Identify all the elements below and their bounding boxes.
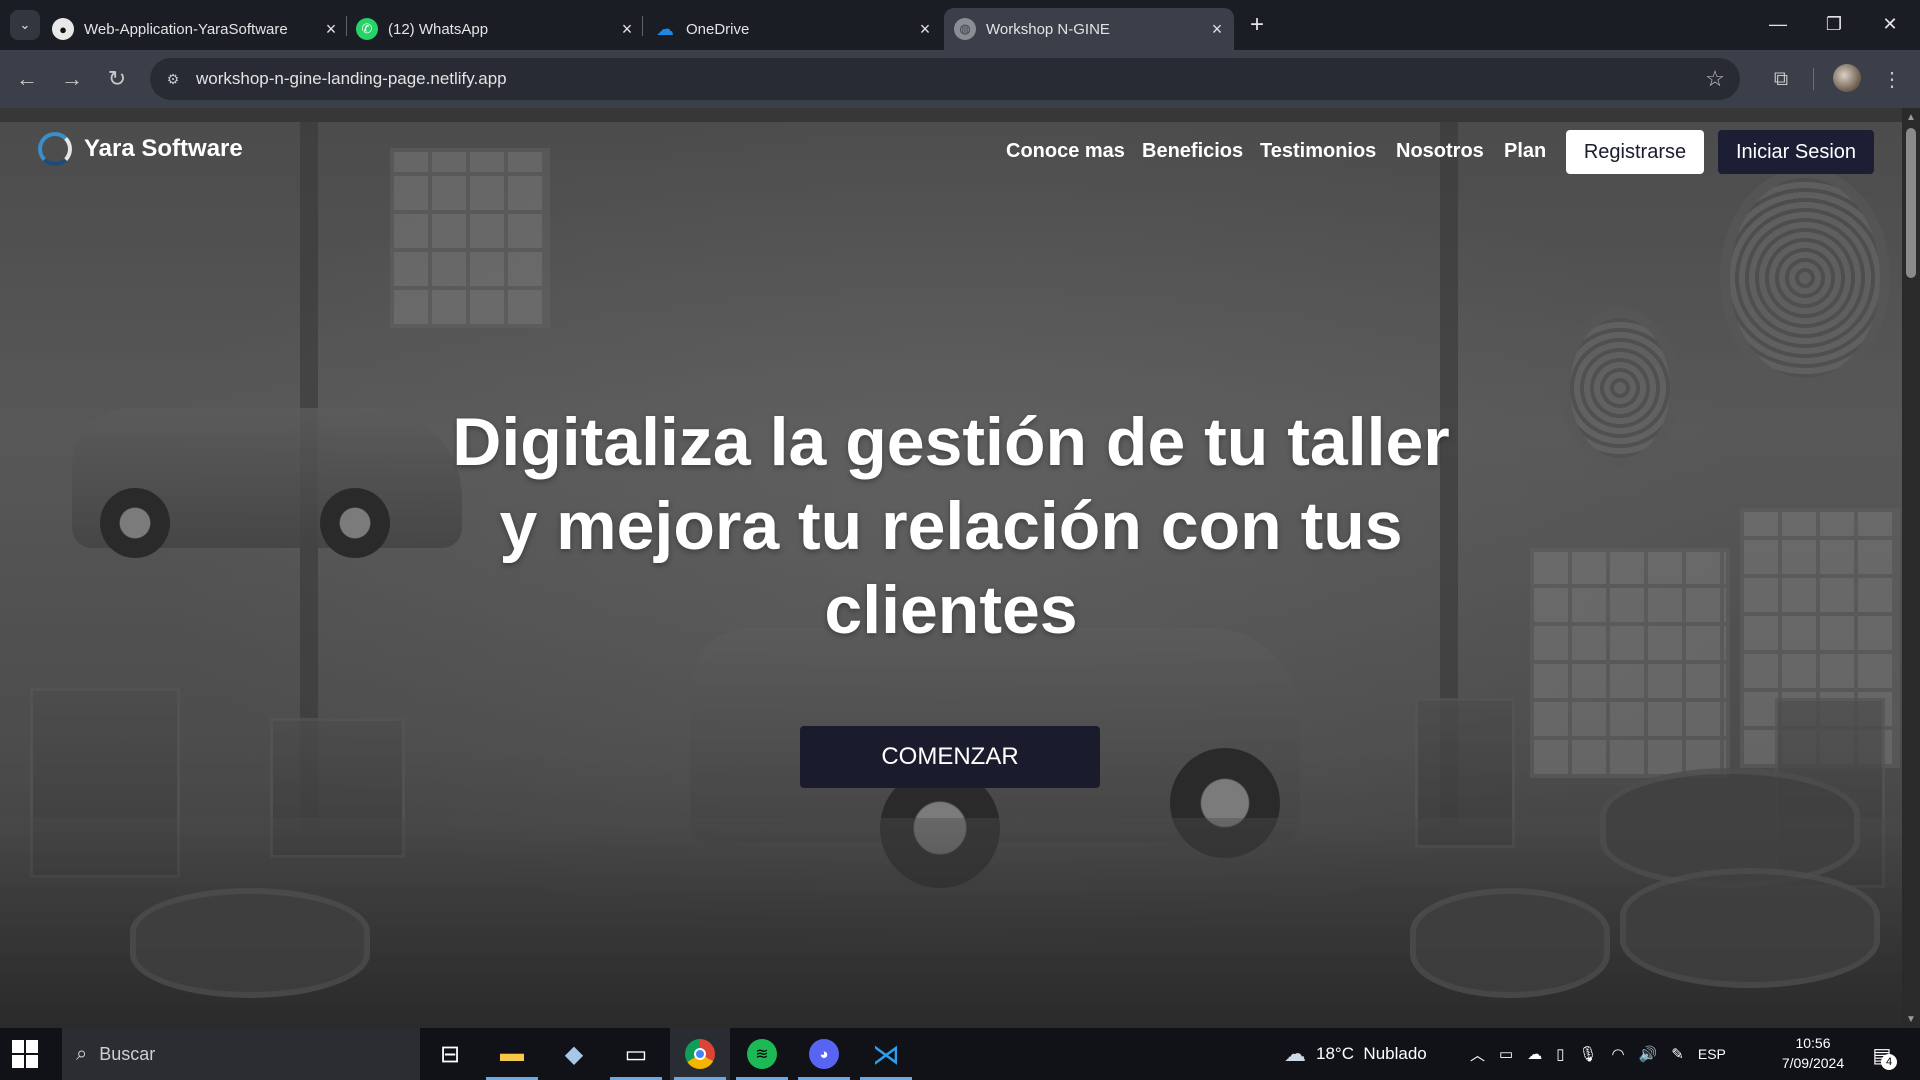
windows-start-icon[interactable] — [12, 1040, 40, 1068]
site-info-icon[interactable]: ⚙ — [162, 68, 184, 90]
nav-link-nosotros[interactable]: Nosotros — [1396, 140, 1484, 163]
search-icon: ⌕ — [76, 1042, 88, 1065]
menu-kebab-icon[interactable]: ⋮ — [1877, 64, 1907, 94]
nav-link-testimonios[interactable]: Testimonios — [1260, 140, 1376, 163]
onedrive-tray-icon[interactable]: ☁ — [1527, 1045, 1542, 1063]
tab-workshop[interactable]: ◍ Workshop N-GINE × — [944, 8, 1234, 50]
onedrive-icon: ☁ — [656, 18, 674, 39]
forward-icon[interactable]: → — [57, 64, 87, 94]
close-tab-icon[interactable]: × — [320, 18, 342, 40]
weather-text: 18°C Nublado — [1316, 1044, 1427, 1063]
app-icon[interactable]: ◆ — [544, 1028, 604, 1080]
clock-time: 10:56 — [1795, 1035, 1831, 1051]
nav-link-plan[interactable]: Plan — [1504, 140, 1546, 163]
spotify-icon[interactable]: ≋ — [732, 1028, 792, 1080]
tab-search-button[interactable]: ⌄ — [10, 10, 40, 40]
tab-whatsapp[interactable]: ✆ (12) WhatsApp × — [356, 8, 638, 50]
pen-icon[interactable]: ✎ — [1671, 1045, 1684, 1063]
weather-widget[interactable]: ☁ 18°C Nublado — [1284, 1028, 1427, 1080]
language-indicator[interactable]: ESP — [1698, 1046, 1726, 1062]
profile-avatar[interactable] — [1833, 64, 1861, 92]
globe-icon: ◍ — [954, 18, 976, 40]
whatsapp-icon: ✆ — [356, 18, 378, 40]
reload-icon[interactable]: ↻ — [102, 64, 132, 94]
tab-strip: ⌄ ● Web-Application-YaraSoftware × ✆ (12… — [0, 0, 1920, 50]
search-placeholder: Buscar — [99, 1043, 156, 1064]
logo-text: Yara Software — [84, 135, 243, 162]
close-window-icon[interactable]: ✕ — [1870, 8, 1910, 40]
hero-line: y mejora tu relación con tus — [499, 488, 1403, 564]
tab-title: OneDrive — [686, 20, 750, 38]
notification-badge: 4 — [1881, 1054, 1897, 1070]
scroll-down-arrow-icon[interactable]: ▼ — [1902, 1012, 1920, 1026]
page-scrollbar[interactable]: ▲ ▼ — [1902, 108, 1920, 1028]
extensions-icon[interactable]: ⧉ — [1766, 64, 1796, 94]
system-tray: ︿ ▭ ☁ ▯ 🎙 ◠ 🔊 ✎ ESP — [1470, 1028, 1726, 1080]
wifi-icon[interactable]: ◠ — [1612, 1045, 1625, 1063]
tab-github[interactable]: ● Web-Application-YaraSoftware × — [52, 8, 342, 50]
address-bar[interactable]: ⚙ workshop-n-gine-landing-page.netlify.a… — [150, 58, 1740, 100]
task-view-icon[interactable]: ⊟ — [420, 1028, 480, 1080]
new-tab-button[interactable]: + — [1244, 11, 1270, 38]
tab-title: Workshop N-GINE — [986, 20, 1110, 38]
login-button[interactable]: Iniciar Sesion — [1718, 130, 1874, 174]
hero-title: Digitaliza la gestión de tu taller y mej… — [351, 400, 1551, 652]
url-text[interactable]: workshop-n-gine-landing-page.netlify.app — [196, 69, 507, 89]
tab-title: (12) WhatsApp — [388, 20, 489, 38]
tab-onedrive[interactable]: ☁ OneDrive × — [654, 8, 936, 50]
scroll-thumb[interactable] — [1906, 128, 1916, 278]
close-tab-icon[interactable]: × — [1206, 18, 1228, 40]
terminal-icon[interactable]: ▭ — [606, 1028, 666, 1080]
cloud-icon: ☁ — [1284, 1041, 1306, 1066]
volume-icon[interactable]: 🔊 — [1639, 1045, 1658, 1063]
tab-divider — [642, 16, 643, 36]
tab-divider — [346, 16, 347, 36]
microphone-icon[interactable]: 🎙 — [1578, 1045, 1597, 1063]
browser-toolbar: ← → ↻ ⚙ workshop-n-gine-landing-page.net… — [0, 50, 1920, 108]
notification-center-icon[interactable]: ▤ 4 — [1865, 1038, 1899, 1072]
github-icon: ● — [52, 18, 74, 40]
chrome-icon[interactable] — [670, 1028, 730, 1080]
register-button[interactable]: Registrarse — [1566, 130, 1704, 174]
close-tab-icon[interactable]: × — [616, 18, 638, 40]
bookmark-star-icon[interactable]: ☆ — [1702, 66, 1728, 92]
site-logo[interactable]: Yara Software — [38, 132, 243, 166]
tab-title: Web-Application-YaraSoftware — [84, 20, 288, 38]
battery-icon[interactable]: ▭ — [1499, 1045, 1513, 1063]
close-tab-icon[interactable]: × — [914, 18, 936, 40]
discord-icon[interactable]: ◕ — [794, 1028, 854, 1080]
toolbar-divider — [1813, 68, 1814, 90]
hero-line: Digitaliza la gestión de tu taller — [452, 404, 1450, 480]
device-icon[interactable]: ▯ — [1556, 1045, 1564, 1063]
nav-link-conoce-mas[interactable]: Conoce mas — [1006, 140, 1125, 163]
vscode-icon[interactable]: ⋊ — [856, 1028, 916, 1080]
minimize-icon[interactable]: — — [1758, 8, 1798, 40]
taskbar-search-box[interactable]: ⌕ Buscar — [62, 1028, 420, 1080]
restore-icon[interactable]: ❐ — [1814, 8, 1854, 40]
nav-link-beneficios[interactable]: Beneficios — [1142, 140, 1243, 163]
yara-logo-icon — [38, 132, 72, 166]
scroll-up-arrow-icon[interactable]: ▲ — [1902, 110, 1920, 124]
hero-line: clientes — [824, 572, 1078, 648]
chevron-up-icon[interactable]: ︿ — [1470, 1044, 1485, 1065]
clock-date: 7/09/2024 — [1781, 1055, 1845, 1071]
comenzar-button[interactable]: COMENZAR — [800, 726, 1100, 788]
file-explorer-icon[interactable]: ▬ — [482, 1028, 542, 1080]
clock[interactable]: 10:56 7/09/2024 — [1763, 1033, 1863, 1073]
windows-taskbar: ⌕ Buscar ⊟ ▬ ◆ ▭ ≋ ◕ ⋊ ☁ 18°C Nublado ︿ … — [0, 1028, 1920, 1080]
back-icon[interactable]: ← — [12, 64, 42, 94]
page-viewport: Yara Software Conoce mas Beneficios Test… — [0, 108, 1902, 1028]
